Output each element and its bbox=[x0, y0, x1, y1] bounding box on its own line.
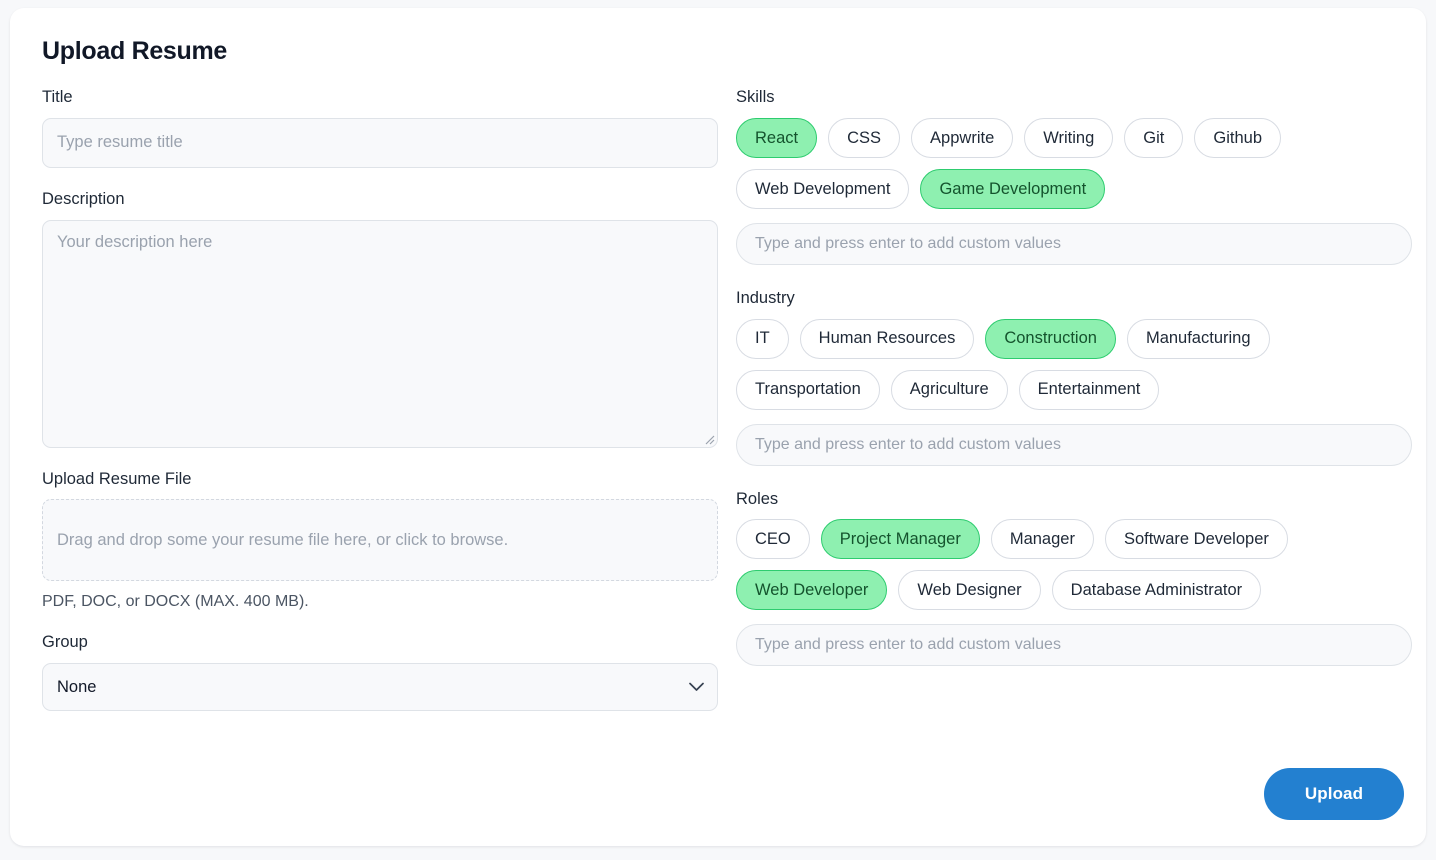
skills-chip-group: React CSS Appwrite Writing Git Github Web Deve… bbox=[736, 117, 1408, 209]
form-left-column: Title Description Upload Resume File Dra… bbox=[32, 88, 718, 712]
upload-resume-file-label: Upload Resume File bbox=[42, 469, 192, 488]
page-title: Upload Resume bbox=[42, 37, 228, 65]
chip-css[interactable]: CSS bbox=[828, 117, 901, 158]
chip-game-development[interactable]: Game Development bbox=[920, 168, 1106, 209]
form-right-column: Skills React CSS Appwrite Writing Git Github W… bbox=[718, 88, 1412, 711]
description-wrapper bbox=[42, 219, 718, 448]
skills-label: Skills bbox=[736, 88, 775, 106]
card-footer: Upload bbox=[1264, 768, 1404, 820]
upload-resume-card: Upload Resume Title Description Upload R… bbox=[10, 8, 1426, 846]
chip-react[interactable]: React bbox=[736, 117, 818, 158]
roles-custom-input[interactable] bbox=[736, 624, 1412, 667]
group-label: Group bbox=[42, 633, 88, 652]
chip-ceo[interactable]: CEO bbox=[736, 519, 810, 560]
roles-label: Roles bbox=[736, 489, 779, 508]
group-select-wrapper: None bbox=[42, 663, 718, 712]
chip-software-developer[interactable]: Software Developer bbox=[1104, 519, 1288, 560]
chip-appwrite[interactable]: Appwrite bbox=[911, 117, 1014, 158]
chip-project-manager[interactable]: Project Manager bbox=[820, 519, 980, 560]
chip-github[interactable]: Github bbox=[1194, 117, 1282, 158]
title-input[interactable] bbox=[42, 117, 718, 168]
chip-agriculture[interactable]: Agriculture bbox=[890, 369, 1008, 410]
chip-web-designer[interactable]: Web Designer bbox=[898, 570, 1041, 611]
chip-web-development[interactable]: Web Development bbox=[736, 168, 910, 209]
title-label: Title bbox=[42, 88, 73, 106]
chip-database-administrator[interactable]: Database Administrator bbox=[1051, 570, 1262, 611]
dropzone-text: Drag and drop some your resume file here… bbox=[57, 530, 509, 549]
file-dropzone[interactable]: Drag and drop some your resume file here… bbox=[42, 499, 718, 582]
description-label: Description bbox=[42, 189, 125, 208]
group-select[interactable]: None bbox=[42, 663, 718, 712]
form-columns: Title Description Upload Resume File Dra… bbox=[32, 88, 1412, 712]
industry-chip-group: IT Human Resources Construction Manufacturi… bbox=[736, 318, 1408, 410]
chip-construction[interactable]: Construction bbox=[985, 318, 1116, 359]
chip-entertainment[interactable]: Entertainment bbox=[1018, 369, 1160, 410]
chip-writing[interactable]: Writing bbox=[1024, 117, 1114, 158]
description-textarea[interactable] bbox=[42, 219, 718, 448]
chip-manufacturing[interactable]: Manufacturing bbox=[1126, 318, 1270, 359]
page-root: Upload Resume Title Description Upload R… bbox=[0, 0, 1436, 860]
chip-git[interactable]: Git bbox=[1124, 117, 1184, 158]
roles-chip-group: CEO Project Manager Manager Software Develo… bbox=[736, 519, 1408, 611]
file-format-hint: PDF, DOC, or DOCX (MAX. 400 MB). bbox=[42, 593, 309, 611]
upload-button[interactable]: Upload bbox=[1264, 768, 1404, 820]
industry-label: Industry bbox=[736, 288, 795, 307]
chip-it[interactable]: IT bbox=[736, 318, 789, 359]
chip-web-developer[interactable]: Web Developer bbox=[736, 570, 888, 611]
chip-manager[interactable]: Manager bbox=[990, 519, 1094, 560]
industry-custom-input[interactable] bbox=[736, 423, 1412, 466]
chip-human-resources[interactable]: Human Resources bbox=[799, 318, 975, 359]
chip-transportation[interactable]: Transportation bbox=[736, 369, 880, 410]
skills-custom-input[interactable] bbox=[736, 222, 1412, 265]
